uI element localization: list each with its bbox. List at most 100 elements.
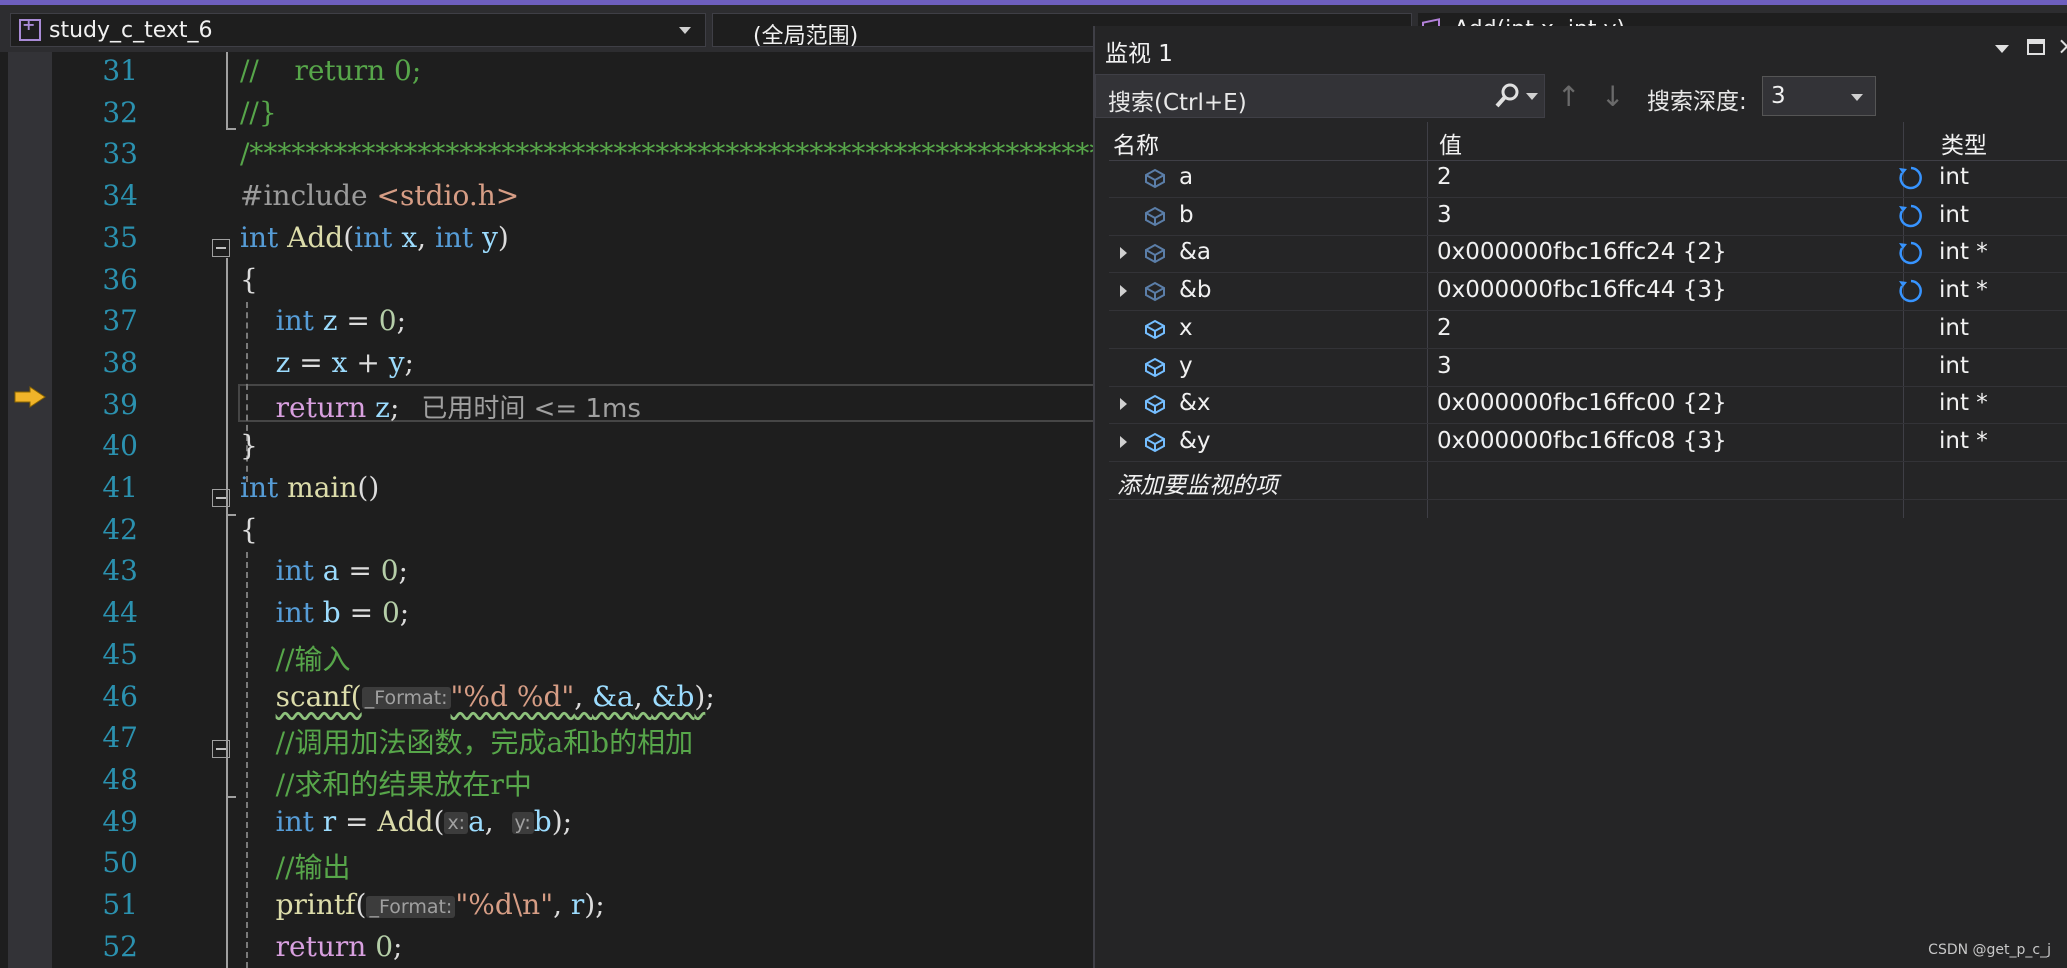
code-token: ( xyxy=(343,220,355,254)
file-dropdown[interactable]: study_c_text_6 xyxy=(10,13,706,47)
watch-name[interactable]: y xyxy=(1179,353,1193,379)
code-line[interactable]: 50 //输出 xyxy=(0,844,1095,886)
maximize-icon[interactable] xyxy=(2027,39,2045,55)
column-header-value[interactable]: 值 xyxy=(1439,126,1462,160)
code-line[interactable]: 36 { xyxy=(0,261,1095,303)
code-line[interactable]: 34 #include <stdio.h> xyxy=(0,177,1095,219)
code-line[interactable]: 52 return 0; xyxy=(0,928,1095,968)
code-line[interactable]: 46 scanf(_Format: "%d %d", &a, &b); xyxy=(0,678,1095,720)
search-next-icon[interactable]: ↓ xyxy=(1601,80,1624,113)
code-text: scanf(_Format: "%d %d", &a, &b); xyxy=(240,680,715,713)
code-line[interactable]: 37 int z = 0; xyxy=(0,302,1095,344)
search-icon[interactable] xyxy=(1492,81,1522,111)
code-line[interactable]: 39 return z; 已用时间 <= 1ms xyxy=(0,386,1095,428)
watch-value[interactable]: 0x000000fbc16ffc08 {3} xyxy=(1437,428,1727,454)
close-icon[interactable]: × xyxy=(2057,32,2067,60)
watch-value[interactable]: 0x000000fbc16ffc44 {3} xyxy=(1437,277,1727,303)
watch-name[interactable]: &b xyxy=(1179,277,1212,303)
watch-title: 监视 1 xyxy=(1105,41,1173,67)
code-token: //求和的结果放在r中 xyxy=(275,767,532,801)
watch-search-input[interactable]: 搜索(Ctrl+E) xyxy=(1095,74,1545,118)
expand-arrow-icon[interactable] xyxy=(1120,435,1127,448)
watch-value[interactable]: 2 xyxy=(1437,164,1452,190)
code-token: b xyxy=(533,804,552,838)
code-token: r xyxy=(313,804,337,838)
watch-name[interactable]: &x xyxy=(1179,390,1211,416)
watch-row[interactable]: y 3 int xyxy=(1109,349,2067,387)
refresh-icon[interactable] xyxy=(1897,202,1925,230)
code-line[interactable]: 44 int b = 0; xyxy=(0,594,1095,636)
column-header-type[interactable]: 类型 xyxy=(1941,126,1987,160)
watch-name[interactable]: b xyxy=(1179,202,1194,228)
code-line[interactable]: 40} xyxy=(0,427,1095,469)
variable-icon xyxy=(1145,395,1165,415)
watch-value[interactable]: 3 xyxy=(1437,202,1452,228)
watch-value[interactable]: 2 xyxy=(1437,315,1452,341)
code-line[interactable]: 33 /*************************************… xyxy=(0,135,1095,177)
watch-name[interactable]: x xyxy=(1179,315,1193,341)
code-text: #include <stdio.h> xyxy=(240,179,519,212)
code-line[interactable]: 38 z = x + y; xyxy=(0,344,1095,386)
code-token: 0 xyxy=(381,596,400,630)
code-token: z xyxy=(313,304,338,338)
code-text: //求和的结果放在r中 xyxy=(240,763,532,803)
watch-row[interactable]: &a 0x000000fbc16ffc24 {2} int * xyxy=(1109,235,2067,274)
watch-window: 监视 1 × 搜索(Ctrl+E) ↑ ↓ 搜索深度: 3 名称 值 类型 a 2… xyxy=(1093,26,2067,968)
watch-type: int xyxy=(1939,352,1969,379)
code-line[interactable]: 48 //求和的结果放在r中 xyxy=(0,761,1095,803)
code-editor[interactable]: 31 // return 0; 32 //} 33 /******************… xyxy=(0,52,1095,968)
watch-row[interactable]: &b 0x000000fbc16ffc44 {3} int * xyxy=(1109,273,2067,312)
expand-arrow-icon[interactable] xyxy=(1120,285,1127,298)
code-token: #include xyxy=(240,179,377,213)
watch-row[interactable]: &x 0x000000fbc16ffc00 {2} int * xyxy=(1109,386,2067,425)
refresh-icon[interactable] xyxy=(1897,164,1925,192)
code-line[interactable]: 31 // return 0; xyxy=(0,52,1095,94)
line-number: 44 xyxy=(102,596,138,630)
add-watch-row[interactable]: 添加要监视的项 xyxy=(1109,462,2067,500)
watch-row[interactable]: &y 0x000000fbc16ffc08 {3} int * xyxy=(1109,424,2067,462)
search-depth-select[interactable]: 3 xyxy=(1762,76,1876,116)
line-number: 40 xyxy=(102,429,138,463)
perf-tip[interactable]: 已用时间 <= 1ms xyxy=(421,394,641,424)
code-line[interactable]: 42 { xyxy=(0,511,1095,553)
variable-icon xyxy=(1145,206,1165,226)
code-token: = xyxy=(290,345,332,379)
expand-arrow-icon[interactable] xyxy=(1120,398,1127,411)
window-menu-icon[interactable] xyxy=(1995,45,2009,53)
search-options-chevron-icon[interactable] xyxy=(1526,93,1538,100)
refresh-icon[interactable] xyxy=(1897,277,1925,305)
column-header-name[interactable]: 名称 xyxy=(1113,126,1159,160)
code-line[interactable]: 41 int main() xyxy=(0,469,1095,511)
watch-value[interactable]: 0x000000fbc16ffc24 {2} xyxy=(1437,239,1727,265)
search-depth-label: 搜索深度: xyxy=(1647,89,1747,115)
code-token: int xyxy=(434,220,474,254)
watch-value[interactable]: 3 xyxy=(1437,353,1452,379)
watch-type: int xyxy=(1939,164,1969,190)
watch-name[interactable]: &y xyxy=(1179,428,1211,454)
code-token: ; xyxy=(389,390,400,424)
code-line[interactable]: 47 //调用加法函数，完成a和b的相加 xyxy=(0,719,1095,761)
search-previous-icon[interactable]: ↑ xyxy=(1557,80,1580,113)
line-number: 33 xyxy=(102,137,138,171)
watch-value[interactable]: 0x000000fbc16ffc00 {2} xyxy=(1437,390,1727,416)
code-line[interactable]: 45 //输入 xyxy=(0,636,1095,678)
watch-name[interactable]: &a xyxy=(1179,239,1211,265)
chevron-down-icon xyxy=(1851,94,1863,101)
add-watch-item-label[interactable]: 添加要监视的项 xyxy=(1117,466,1278,500)
code-text: return z; 已用时间 <= 1ms xyxy=(240,388,641,425)
refresh-icon[interactable] xyxy=(1897,239,1925,267)
line-number: 47 xyxy=(102,721,138,755)
code-line[interactable]: 35 int Add(int x, int y) xyxy=(0,219,1095,261)
watch-row[interactable]: b 3 int xyxy=(1109,198,2067,236)
expand-arrow-icon[interactable] xyxy=(1120,247,1127,260)
code-line[interactable]: 43 int a = 0; xyxy=(0,552,1095,594)
watch-row[interactable]: a 2 int xyxy=(1109,160,2067,198)
watch-row[interactable]: x 2 int xyxy=(1109,311,2067,349)
code-line[interactable]: 51 printf(_Format: "%d\n", r); xyxy=(0,886,1095,928)
watch-name[interactable]: a xyxy=(1179,164,1193,190)
code-line[interactable]: 32 //} xyxy=(0,94,1095,136)
code-token: <stdio.h> xyxy=(376,179,520,213)
code-line[interactable]: 49 int r = Add(x: a, y: b); xyxy=(0,803,1095,845)
code-token: ); xyxy=(551,804,573,838)
